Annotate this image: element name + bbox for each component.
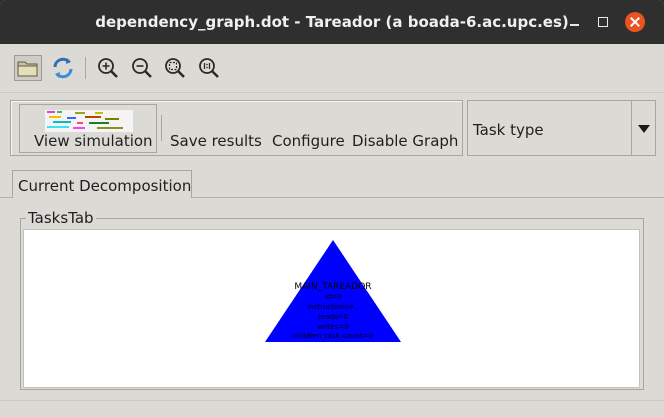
title-bar: dependency_graph.dot - Tareador (a boada… xyxy=(0,0,664,44)
node-label-line: id=0 xyxy=(325,293,342,301)
zoom-fit-icon xyxy=(165,58,185,78)
status-bar xyxy=(0,400,664,417)
dependency-graph: MAIN_TAREADOR id=0 instructions=.. reads… xyxy=(265,240,401,342)
task-type-selected-value: Task type xyxy=(473,121,544,139)
save-results-button[interactable]: Save results xyxy=(170,132,262,150)
node-label-line: writes=0 xyxy=(317,323,349,331)
graph-canvas[interactable]: MAIN_TAREADOR id=0 instructions=.. reads… xyxy=(23,229,640,388)
simulation-thumbnail-icon xyxy=(45,110,133,132)
zoom-out-icon xyxy=(132,58,152,78)
app-window: dependency_graph.dot - Tareador (a boada… xyxy=(0,0,664,417)
node-label-line: instructions=.. xyxy=(307,303,358,311)
view-simulation-button[interactable]: View simulation xyxy=(19,104,157,153)
configure-button[interactable]: Configure xyxy=(272,132,345,150)
tasks-tab-label: TasksTab xyxy=(26,209,96,227)
node-label-line: reads=0 xyxy=(318,313,348,321)
reload-button[interactable] xyxy=(50,55,78,81)
chevron-down-icon[interactable] xyxy=(638,125,650,133)
toolbar-separator xyxy=(85,57,86,79)
actions-group: View simulation Save results Configure D… xyxy=(10,100,463,156)
task-type-select[interactable]: Task type xyxy=(467,100,656,156)
zoom-fit-button[interactable] xyxy=(162,55,190,81)
zoom-reset-button[interactable] xyxy=(196,55,224,81)
open-folder-icon xyxy=(17,61,38,77)
disable-graph-button[interactable]: Disable Graph xyxy=(352,132,458,150)
group-separator xyxy=(161,115,162,141)
view-simulation-label: View simulation xyxy=(34,132,153,150)
window-title: dependency_graph.dot - Tareador (a boada… xyxy=(95,13,569,31)
zoom-in-icon xyxy=(98,58,118,78)
close-button[interactable] xyxy=(625,12,645,32)
tab-bar: Current Decomposition xyxy=(10,170,656,198)
node-label-line: children_task_count=0 xyxy=(293,332,373,340)
minimize-button[interactable] xyxy=(567,14,583,30)
main-toolbar xyxy=(0,44,664,93)
task-node-main-tareador[interactable]: MAIN_TAREADOR id=0 instructions=.. reads… xyxy=(265,240,401,342)
open-file-button[interactable] xyxy=(14,55,42,81)
zoom-in-button[interactable] xyxy=(95,55,123,81)
zoom-out-button[interactable] xyxy=(129,55,157,81)
node-label-line: MAIN_TAREADOR xyxy=(294,282,371,292)
action-toolbar: View simulation Save results Configure D… xyxy=(8,98,656,160)
combo-separator xyxy=(631,101,632,155)
reload-icon xyxy=(53,57,73,79)
zoom-reset-icon xyxy=(199,58,219,78)
maximize-button[interactable] xyxy=(595,14,611,30)
tab-current-decomposition[interactable]: Current Decomposition xyxy=(12,170,192,198)
tab-label: Current Decomposition xyxy=(18,177,192,195)
